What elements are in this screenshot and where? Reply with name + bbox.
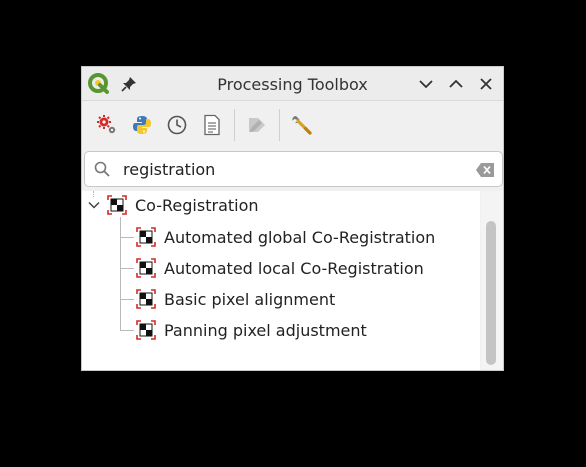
tree-guide <box>120 330 134 331</box>
algorithm-icon <box>136 258 156 278</box>
close-icon[interactable] <box>475 73 497 95</box>
scrollbar-thumb[interactable] <box>486 221 496 365</box>
edit-features-icon[interactable] <box>244 112 270 138</box>
tree-item-label: Automated global Co-Registration <box>164 227 436 247</box>
tree-item-label: Panning pixel adjustment <box>164 320 367 340</box>
tree-item-label: Automated local Co-Registration <box>164 258 424 278</box>
qgis-logo-icon <box>88 73 110 95</box>
search-icon <box>94 161 110 177</box>
tree-item-label: Basic pixel alignment <box>164 289 336 309</box>
algorithm-icon <box>136 289 156 309</box>
tree-group-label: Co-Registration <box>135 195 259 215</box>
tree-guide <box>120 237 134 238</box>
tree-group-co-registration[interactable]: Co-Registration <box>87 191 259 219</box>
history-icon[interactable] <box>164 112 190 138</box>
tree-item-algorithm[interactable]: Panning pixel adjustment <box>136 316 367 344</box>
pin-icon[interactable] <box>118 73 140 95</box>
results-viewer-icon[interactable] <box>199 112 225 138</box>
clear-search-icon[interactable] <box>476 163 494 177</box>
chevron-down-icon[interactable] <box>87 198 101 212</box>
options-wrench-icon[interactable] <box>289 112 315 138</box>
algorithm-tree: Co-Registration Automated global Co-Regi… <box>82 191 480 370</box>
chevron-up-icon[interactable] <box>445 73 467 95</box>
toolbox-toolbar <box>82 101 503 149</box>
tree-guide <box>120 299 134 300</box>
panel-title: Processing Toolbox <box>217 75 368 94</box>
algorithm-group-icon <box>107 195 127 215</box>
models-icon[interactable] <box>94 112 120 138</box>
tree-item-algorithm[interactable]: Automated global Co-Registration <box>136 223 435 251</box>
search-input[interactable] <box>123 158 453 180</box>
tree-scrollbar[interactable] <box>481 191 503 370</box>
tree-guide <box>120 268 134 269</box>
algorithm-icon <box>136 227 156 247</box>
tree-guide <box>120 217 121 331</box>
tree-item-algorithm[interactable]: Basic pixel alignment <box>136 285 335 313</box>
panel-titlebar: Processing Toolbox <box>82 67 503 101</box>
python-icon[interactable] <box>129 112 155 138</box>
search-box[interactable] <box>84 151 503 187</box>
chevron-down-icon[interactable] <box>415 73 437 95</box>
tree-item-algorithm[interactable]: Automated local Co-Registration <box>136 254 424 282</box>
toolbar-separator <box>234 109 235 141</box>
processing-toolbox-panel: Processing Toolbox registration Co-Regis… <box>81 66 504 371</box>
toolbar-separator <box>279 109 280 141</box>
algorithm-icon <box>136 320 156 340</box>
